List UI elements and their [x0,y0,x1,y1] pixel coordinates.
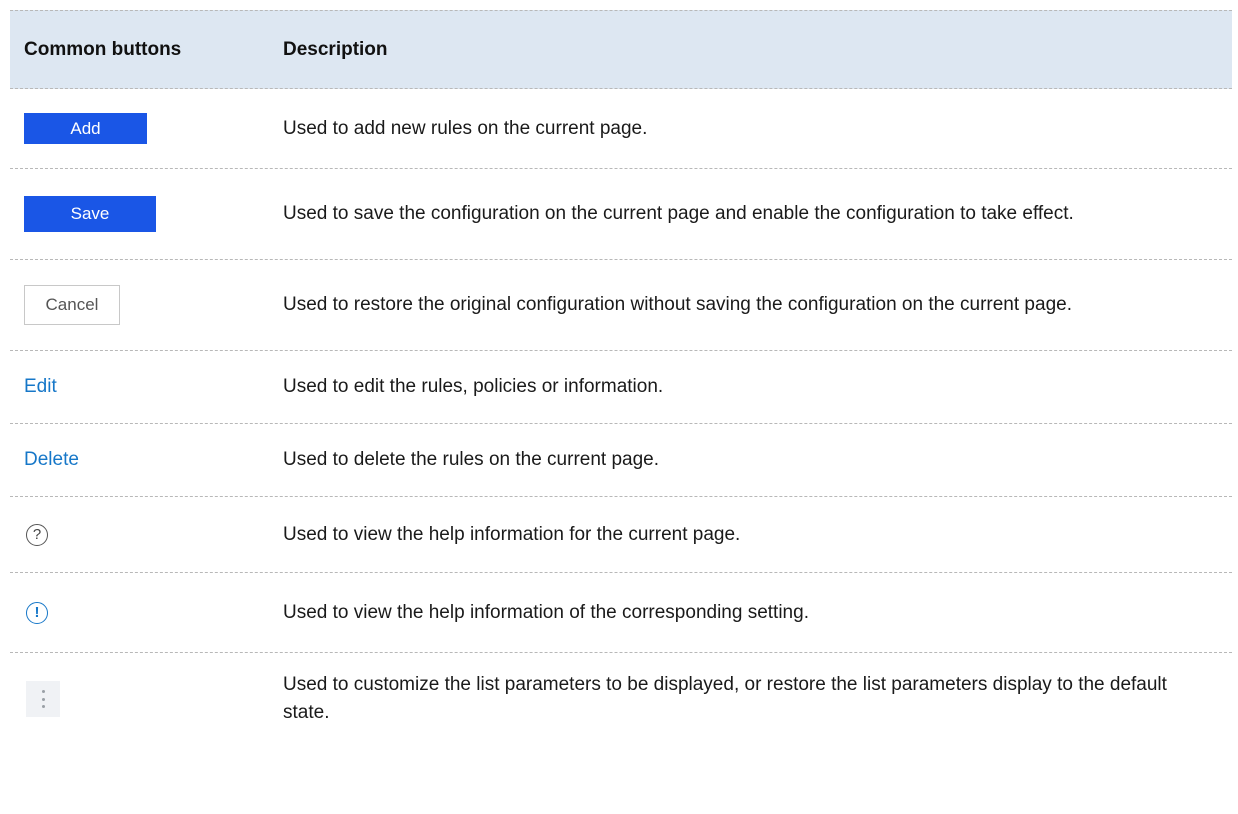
header-description: Description [283,38,388,60]
more-vertical-icon[interactable] [26,681,60,717]
row-description: Used to restore the original configurati… [283,294,1072,315]
edit-link[interactable]: Edit [24,376,57,397]
add-button[interactable]: Add [24,113,147,144]
table-row: Add Used to add new rules on the current… [10,89,1232,169]
row-description: Used to view the help information of the… [283,601,809,623]
save-button[interactable]: Save [24,196,156,232]
help-circle-icon[interactable]: ? [26,523,48,546]
table-row: Save Used to save the configuration on t… [10,169,1232,260]
table-row: Used to customize the list parameters to… [10,653,1232,744]
table-row: ? Used to view the help information for … [10,497,1232,573]
table-row: Cancel Used to restore the original conf… [10,260,1232,351]
table-row: ! Used to view the help information of t… [10,573,1232,653]
cancel-button[interactable]: Cancel [24,285,120,325]
table-header: Common buttons Description [10,10,1232,89]
row-description: Used to view the help information for th… [283,523,741,545]
header-common-buttons: Common buttons [24,38,182,60]
row-description: Used to customize the list parameters to… [283,673,1167,723]
delete-link[interactable]: Delete [24,449,79,470]
row-description: Used to delete the rules on the current … [283,449,660,470]
info-circle-icon[interactable]: ! [26,601,48,624]
row-description: Used to add new rules on the current pag… [283,117,648,139]
buttons-table: Common buttons Description Add Used to a… [10,10,1232,744]
row-description: Used to edit the rules, policies or info… [283,376,664,397]
table-row: Edit Used to edit the rules, policies or… [10,351,1232,424]
row-description: Used to save the configuration on the cu… [283,203,1074,224]
table-row: Delete Used to delete the rules on the c… [10,424,1232,497]
